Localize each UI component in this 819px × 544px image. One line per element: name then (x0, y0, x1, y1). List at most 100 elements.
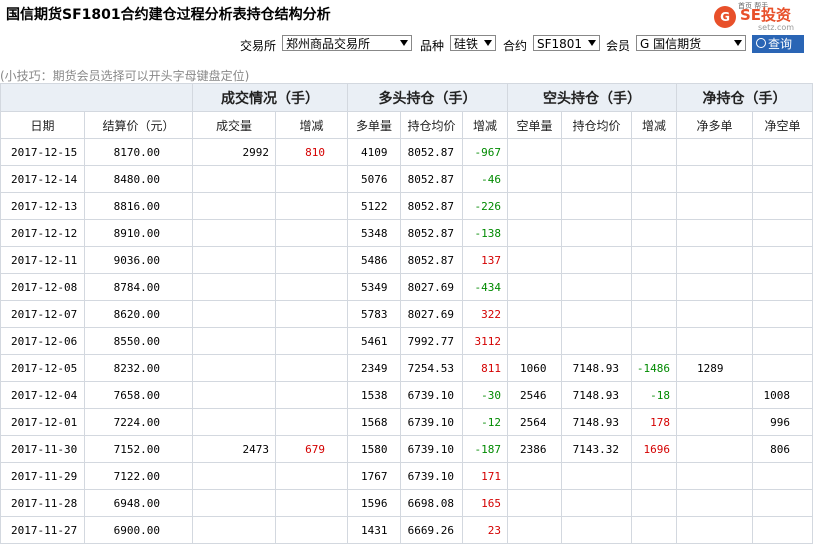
search-icon (756, 38, 766, 48)
cell-date: 2017-12-14 (0, 165, 85, 193)
cell-price: 7658.00 (84, 381, 193, 409)
contract-select-value: SF1801 (537, 37, 583, 51)
cell-net-short (752, 489, 813, 517)
table-row: 2017-12-11 9036.00 5486 8052.87 137 (0, 246, 813, 274)
exchange-select-value: 郑州商品交易所 (286, 37, 371, 51)
position-table: 成交情况（手） 多头持仓（手） 空头持仓（手） 净持仓（手） 日期 结算价（元）… (0, 83, 813, 544)
site-logo[interactable]: 首页 帮手 G SE投资 setz.com (712, 2, 816, 32)
cell-date: 2017-12-01 (0, 408, 85, 436)
cell-vol (192, 408, 276, 436)
cell-long-chg: 171 (462, 462, 508, 490)
cell-short (507, 138, 562, 166)
cell-short-avg (561, 192, 632, 220)
cell-vol (192, 381, 276, 409)
cell-short-avg (561, 273, 632, 301)
cell-net-short (752, 300, 813, 328)
cell-short (507, 219, 562, 247)
cell-date: 2017-12-04 (0, 381, 85, 409)
cell-long-chg: -46 (462, 165, 508, 193)
contract-select[interactable]: SF1801 (533, 35, 600, 51)
cell-net-short (752, 354, 813, 382)
query-button[interactable]: 查询 (752, 35, 804, 53)
cell-long-chg: 3112 (462, 327, 508, 355)
cell-vol-chg (275, 489, 348, 517)
cell-short-avg (561, 489, 632, 517)
page-title: 国信期货SF1801合约建仓过程分析表持仓结构分析 (6, 7, 331, 23)
cell-short-avg: 7148.93 (561, 408, 632, 436)
cell-short-avg (561, 516, 632, 544)
cell-vol: 2473 (192, 435, 276, 463)
cell-long: 1431 (347, 516, 401, 544)
cell-vol-chg (275, 219, 348, 247)
col-header-long-chg: 增减 (462, 111, 508, 139)
cell-vol-chg (275, 516, 348, 544)
table-row: 2017-11-27 6900.00 1431 6669.26 23 (0, 516, 813, 544)
chevron-down-icon (484, 40, 492, 46)
group-header-net: 净持仓（手） (676, 83, 813, 112)
col-header-vol-chg: 增减 (275, 111, 348, 139)
col-header-date: 日期 (0, 111, 85, 139)
cell-short (507, 192, 562, 220)
cell-vol-chg (275, 300, 348, 328)
variety-select[interactable]: 硅铁 (450, 35, 496, 51)
cell-long: 1538 (347, 381, 401, 409)
member-select-value: G 国信期货 (640, 37, 702, 51)
group-header-row: 成交情况（手） 多头持仓（手） 空头持仓（手） 净持仓（手） (0, 83, 813, 112)
cell-price: 8816.00 (84, 192, 193, 220)
cell-long-avg: 8052.87 (400, 138, 463, 166)
cell-vol-chg (275, 408, 348, 436)
exchange-label: 交易所 (240, 39, 277, 53)
cell-short (507, 165, 562, 193)
cell-date: 2017-12-15 (0, 138, 85, 166)
cell-date: 2017-12-05 (0, 354, 85, 382)
col-header-net-long: 净多单 (676, 111, 753, 139)
cell-price: 7122.00 (84, 462, 193, 490)
member-label: 会员 (606, 39, 631, 53)
cell-short-chg (631, 300, 677, 328)
cell-long-avg: 6739.10 (400, 381, 463, 409)
cell-price: 8784.00 (84, 273, 193, 301)
table-row: 2017-12-06 8550.00 5461 7992.77 3112 (0, 327, 813, 355)
cell-short-avg (561, 138, 632, 166)
cell-short-avg (561, 327, 632, 355)
cell-long-avg: 8052.87 (400, 192, 463, 220)
cell-short (507, 300, 562, 328)
cell-net-long (676, 489, 753, 517)
cell-price: 8620.00 (84, 300, 193, 328)
query-button-label: 查询 (768, 37, 793, 51)
exchange-select[interactable]: 郑州商品交易所 (282, 35, 412, 51)
cell-net-short (752, 327, 813, 355)
cell-net-short (752, 165, 813, 193)
cell-vol-chg: 810 (275, 138, 348, 166)
cell-long-chg: -187 (462, 435, 508, 463)
cell-price: 8232.00 (84, 354, 193, 382)
column-header-row: 日期 结算价（元） 成交量 增减 多单量 持仓均价 增减 空单量 持仓均价 增减… (0, 111, 813, 139)
cell-price: 8910.00 (84, 219, 193, 247)
table-row: 2017-12-01 7224.00 1568 6739.10 -12 2564 7148.… (0, 408, 813, 436)
cell-long-chg: 322 (462, 300, 508, 328)
table-row: 2017-12-14 8480.00 5076 8052.87 -46 (0, 165, 813, 193)
col-header-short: 空单量 (507, 111, 562, 139)
cell-net-short: 1008 (752, 381, 813, 409)
cell-vol-chg: 679 (275, 435, 348, 463)
cell-short-chg (631, 516, 677, 544)
cell-vol (192, 462, 276, 490)
cell-short (507, 327, 562, 355)
cell-long: 5486 (347, 246, 401, 274)
cell-net-long (676, 435, 753, 463)
group-header-long: 多头持仓（手） (347, 83, 508, 112)
cell-short-chg: -18 (631, 381, 677, 409)
col-header-long: 多单量 (347, 111, 401, 139)
col-header-net-short: 净空单 (752, 111, 813, 139)
logo-domain: setz.com (758, 23, 795, 32)
cell-net-short (752, 138, 813, 166)
variety-label: 品种 (420, 39, 445, 53)
cell-long-chg: -138 (462, 219, 508, 247)
cell-short (507, 246, 562, 274)
cell-vol-chg (275, 192, 348, 220)
col-header-short-chg: 增减 (631, 111, 677, 139)
member-select[interactable]: G 国信期货 (636, 35, 746, 51)
cell-vol (192, 300, 276, 328)
cell-short-chg (631, 219, 677, 247)
logo-mark-icon: G (714, 6, 736, 28)
